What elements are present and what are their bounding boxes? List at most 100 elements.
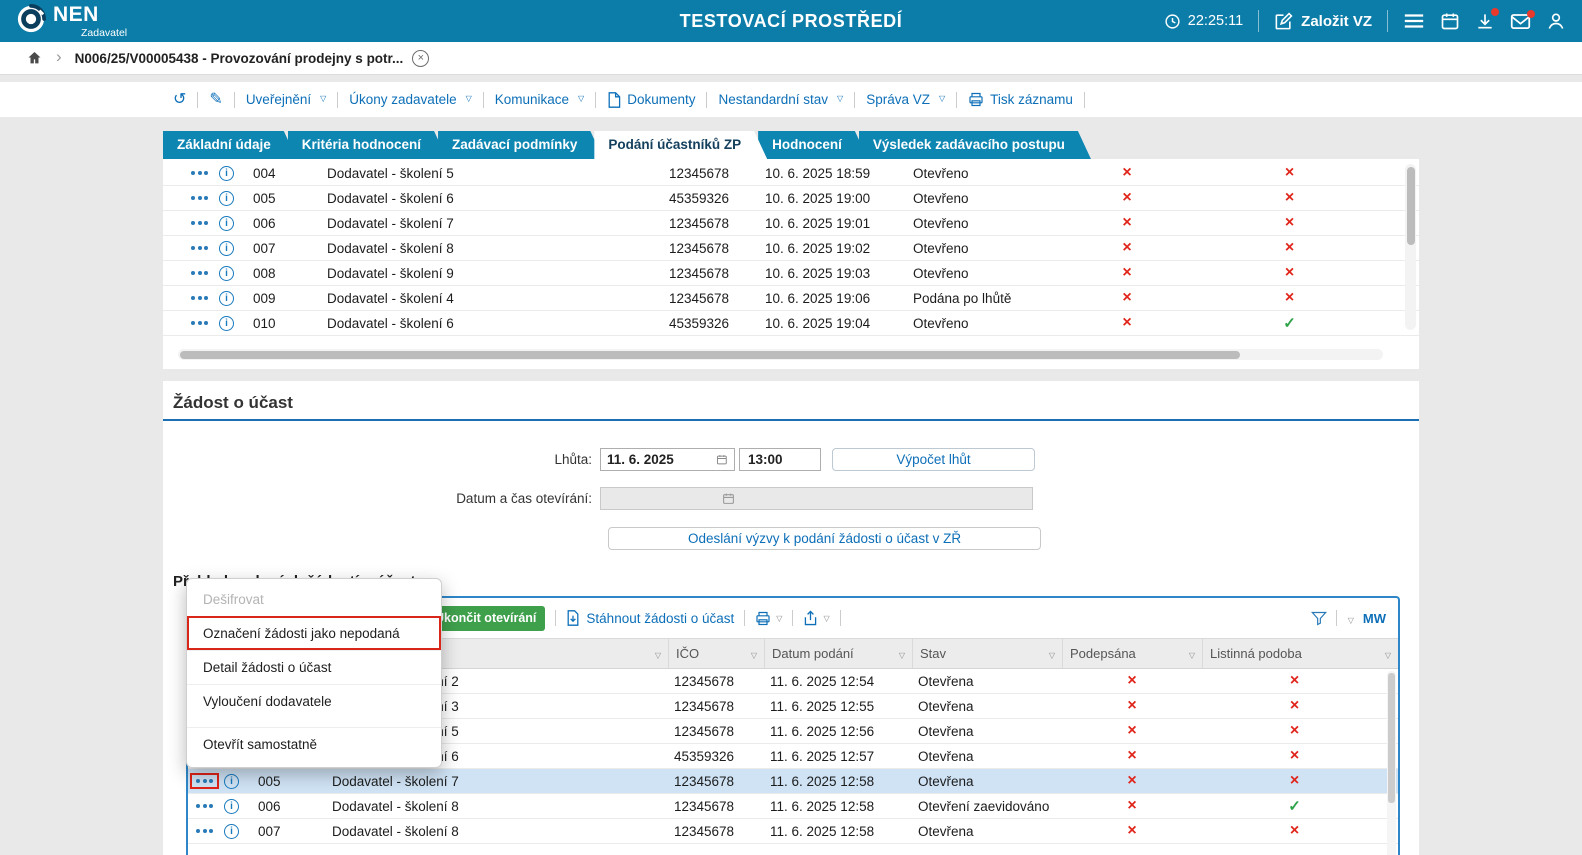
menu-uverejneni[interactable]: Uveřejnění	[246, 92, 326, 107]
table-row[interactable]: 007 Dodavatel - školení 8 12345678 11. 6…	[188, 819, 1398, 844]
menu-komunikace[interactable]: Komunikace	[495, 92, 584, 107]
export-button[interactable]	[803, 610, 829, 626]
filter-caret-icon[interactable]	[751, 646, 757, 661]
info-icon[interactable]	[219, 316, 234, 331]
column-header-ico[interactable]: IČO	[668, 639, 764, 668]
tab[interactable]: Zadávací podmínky	[438, 131, 603, 159]
context-menu-item[interactable]: Označení žádosti jako nepodaná	[187, 616, 441, 650]
menu-ukony-zadavatele[interactable]: Úkony zadavatele	[349, 92, 471, 107]
row-number: 008	[249, 266, 327, 281]
stahnout-zadosti-link[interactable]: Stáhnout žádosti o účast	[566, 610, 734, 626]
printer-icon	[968, 92, 984, 107]
odeslani-vyzvy-button[interactable]: Odeslání výzvy k podání žádosti o účast …	[608, 527, 1041, 550]
table-row[interactable]: 005 Dodavatel - školení 7 12345678 11. 6…	[188, 769, 1398, 794]
row-menu-icon[interactable]	[189, 319, 210, 327]
context-menu-item[interactable]: Vyloučení dodavatele	[187, 684, 441, 718]
app-logo[interactable]: NEN Zadavatel	[16, 4, 127, 39]
table-row[interactable]: 009 Dodavatel - školení 4 12345678 10. 6…	[163, 286, 1419, 311]
menu-dokumenty[interactable]: Dokumenty	[607, 92, 695, 108]
print-button[interactable]	[755, 611, 782, 626]
filter-caret-icon[interactable]	[1385, 646, 1391, 661]
vypocet-lhut-button[interactable]: Výpočet lhůt	[832, 448, 1035, 471]
tab[interactable]: Základní údaje	[163, 131, 297, 159]
row-menu-icon[interactable]	[189, 294, 210, 302]
close-icon[interactable]: ×	[412, 50, 429, 67]
row-menu-icon[interactable]	[189, 244, 210, 252]
filter-icon[interactable]	[1311, 611, 1327, 626]
row-menu-icon[interactable]	[189, 219, 210, 227]
row-menu-icon[interactable]	[194, 777, 215, 785]
tab[interactable]: Kritéria hodnocení	[288, 131, 447, 159]
view-dropdown-icon[interactable]	[1346, 611, 1354, 626]
column-header-listinna-podoba[interactable]: Listinná podoba	[1202, 639, 1398, 668]
scrollbar-thumb[interactable]	[180, 351, 1240, 359]
context-menu-item[interactable]: Detail žádosti o účast	[187, 650, 441, 684]
supplier-name: Dodavatel - školení 7	[332, 774, 668, 789]
info-icon[interactable]	[224, 799, 239, 814]
row-menu-icon[interactable]	[194, 827, 215, 835]
table-row[interactable]: 005 Dodavatel - školení 6 45359326 10. 6…	[163, 186, 1419, 211]
home-icon[interactable]	[26, 50, 43, 66]
column-header-podepsana[interactable]: Podepsána	[1062, 639, 1202, 668]
divider	[483, 92, 484, 108]
horizontal-scrollbar[interactable]	[178, 349, 1383, 360]
mail-icon[interactable]	[1510, 13, 1531, 30]
menu-sprava-vz[interactable]: Správa VZ	[866, 92, 945, 107]
ukoncit-oteviranni-button[interactable]: Ukončit otevírání	[426, 606, 545, 631]
filter-caret-icon[interactable]	[1049, 646, 1055, 661]
deadline-time-field[interactable]	[739, 448, 821, 471]
scrollbar-thumb[interactable]	[1407, 167, 1415, 245]
signed-mark: ×	[1057, 264, 1197, 282]
user-icon[interactable]	[1546, 11, 1566, 31]
calendar-icon[interactable]	[1440, 11, 1460, 31]
table-row[interactable]: 006 Dodavatel - školení 8 12345678 11. 6…	[188, 794, 1398, 819]
filter-caret-icon[interactable]	[899, 646, 905, 661]
row-menu-icon[interactable]	[189, 169, 210, 177]
deadline-date-field[interactable]	[600, 448, 735, 471]
info-icon[interactable]	[219, 191, 234, 206]
table-row[interactable]: 007 Dodavatel - školení 8 12345678 10. 6…	[163, 236, 1419, 261]
deadline-time-input[interactable]	[748, 452, 812, 467]
tab[interactable]: Výsledek zadávacího postupu	[859, 131, 1091, 159]
row-menu-icon[interactable]	[189, 194, 210, 202]
ico-value: 12345678	[663, 266, 759, 281]
history-button[interactable]: ↺	[173, 92, 186, 108]
row-context-menu: DešifrovatOznačení žádosti jako nepodaná…	[186, 578, 442, 768]
filter-caret-icon[interactable]	[1189, 646, 1195, 661]
downloads-icon[interactable]	[1475, 11, 1495, 31]
row-menu-icon[interactable]	[194, 802, 215, 810]
breadcrumb-item[interactable]: N006/25/V00005438 - Provozování prodejny…	[75, 50, 430, 67]
column-header-stav[interactable]: Stav	[912, 639, 1062, 668]
info-icon[interactable]	[219, 216, 234, 231]
menu-icon[interactable]	[1403, 12, 1425, 30]
info-icon[interactable]	[224, 824, 239, 839]
edit-button[interactable]: ✎	[209, 92, 222, 108]
menu-nestandardni-stav[interactable]: Nestandardní stav	[718, 92, 843, 107]
tab[interactable]: Podání účastníků ZP	[594, 131, 767, 159]
filter-caret-icon[interactable]	[655, 646, 661, 661]
create-vz-button[interactable]: Založit VZ	[1274, 12, 1372, 31]
vertical-scrollbar[interactable]	[1405, 164, 1416, 330]
info-icon[interactable]	[219, 291, 234, 306]
paper-form-mark: ×	[1202, 697, 1387, 715]
divider	[1336, 610, 1337, 626]
tab[interactable]: Hodnocení	[758, 131, 868, 159]
table-row[interactable]: 010 Dodavatel - školení 6 45359326 10. 6…	[163, 311, 1419, 336]
table-row[interactable]: 008 Dodavatel - školení 9 12345678 10. 6…	[163, 261, 1419, 286]
info-icon[interactable]	[219, 241, 234, 256]
vertical-scrollbar[interactable]	[1387, 671, 1396, 855]
deadline-date-input[interactable]	[607, 452, 716, 467]
info-icon[interactable]	[224, 774, 239, 789]
context-menu-item[interactable]: Otevřít samostatně	[187, 727, 441, 761]
table-row[interactable]: 006 Dodavatel - školení 7 12345678 10. 6…	[163, 211, 1419, 236]
row-menu-icon[interactable]	[189, 269, 210, 277]
column-header-datum-podani[interactable]: Datum podání	[764, 639, 912, 668]
table-row[interactable]: 004 Dodavatel - školení 5 12345678 10. 6…	[163, 161, 1419, 186]
info-icon[interactable]	[219, 266, 234, 281]
status-value: Otevřena	[912, 674, 1062, 689]
print-record-button[interactable]: Tisk záznamu	[968, 92, 1073, 107]
signed-mark: ×	[1062, 672, 1202, 690]
view-mw-button[interactable]: MW	[1363, 611, 1386, 626]
info-icon[interactable]	[219, 166, 234, 181]
scrollbar-thumb[interactable]	[1388, 673, 1395, 803]
